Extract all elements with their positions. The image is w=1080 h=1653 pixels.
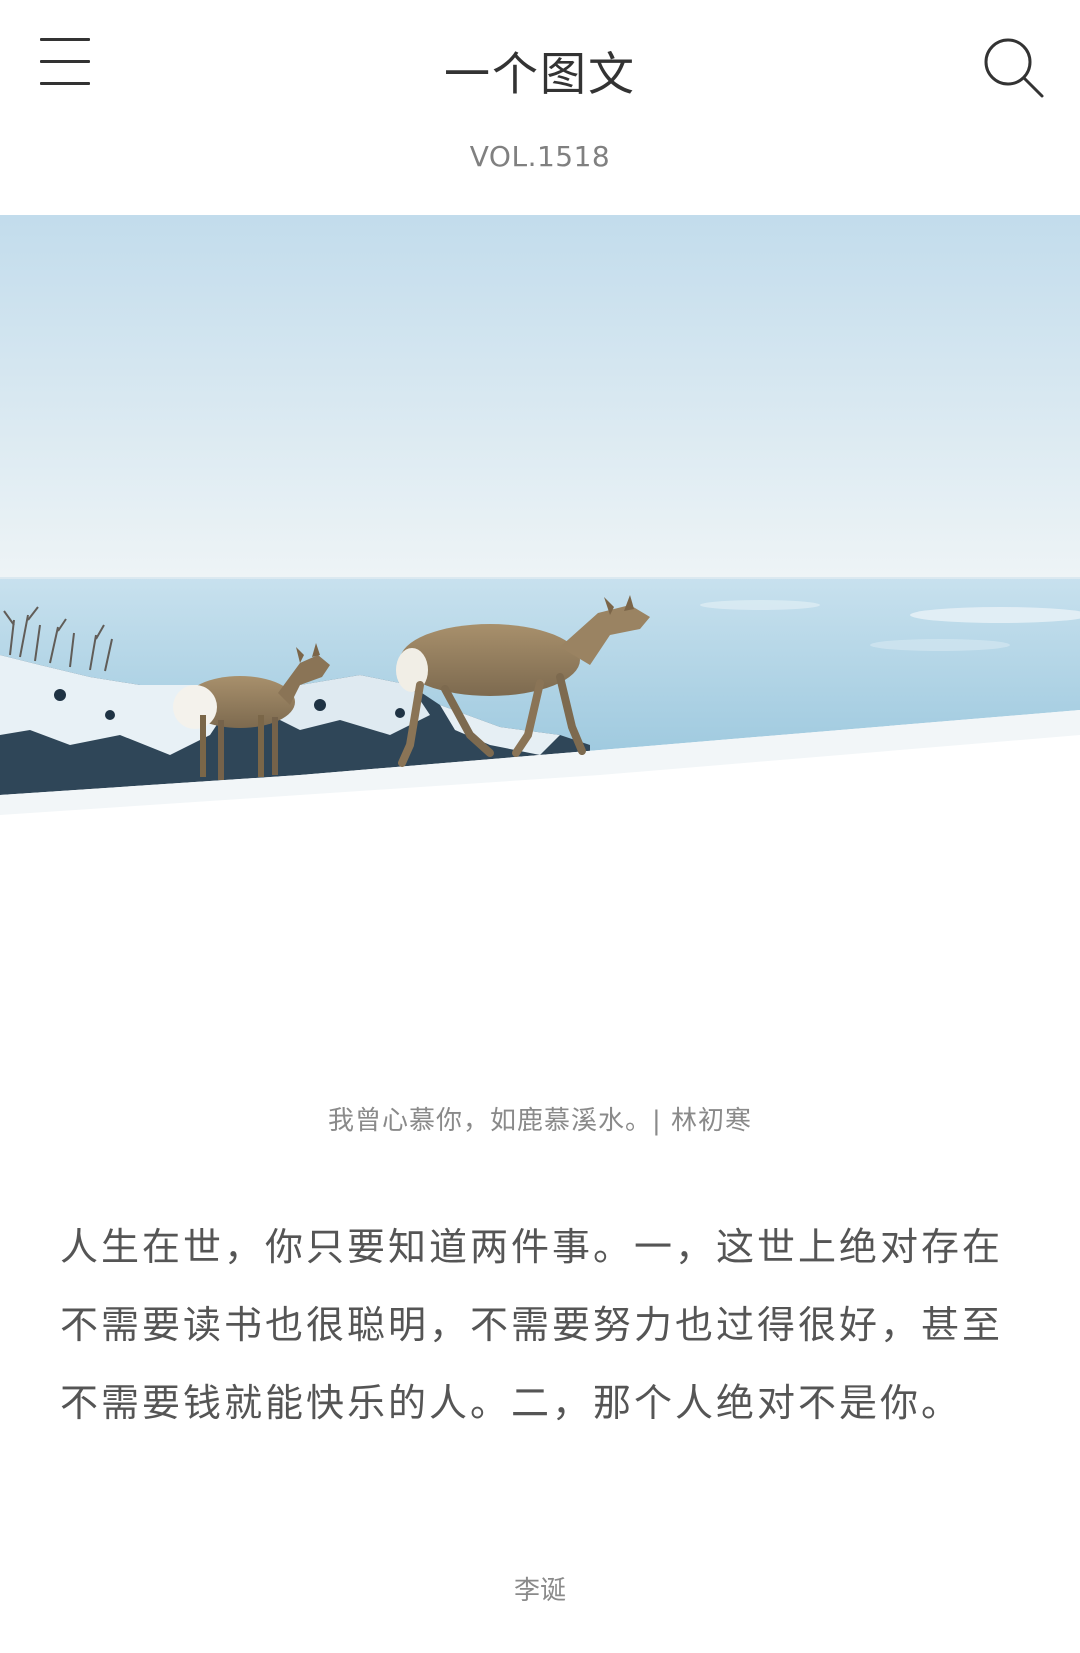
volume-number: VOL.1518 (469, 140, 611, 173)
article-text: 人生在世，你只要知道两件事。一，这世上绝对存在不需要读书也很聪明，不需要努力也过… (60, 1225, 1004, 1425)
photo-caption: 我曾心慕你，如鹿慕溪水。| 林初寒 (327, 1106, 753, 1136)
author-name[interactable]: 李诞 (0, 1570, 1080, 1607)
top-bar: 一个图文 VOL.1518 (0, 0, 1080, 215)
cover-photo[interactable] (0, 215, 1080, 1035)
page-title: 一个图文 (444, 47, 636, 101)
search-icon[interactable] (982, 36, 1048, 102)
